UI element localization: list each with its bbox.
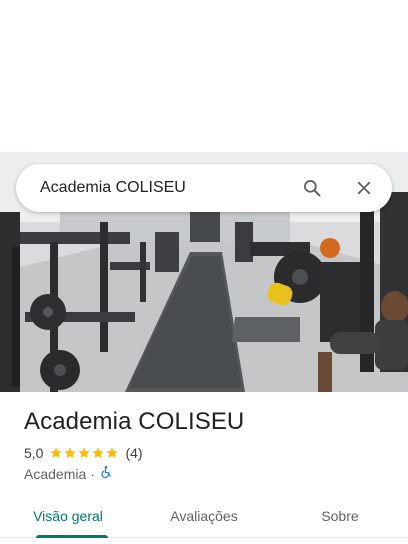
star-icon xyxy=(50,447,63,458)
place-category[interactable]: Academia xyxy=(24,466,86,482)
tab-overview-label: Visão geral xyxy=(33,507,103,524)
star-icon xyxy=(92,447,105,458)
tab-overview[interactable]: Visão geral xyxy=(0,494,136,538)
rating-value: 5,0 xyxy=(24,445,44,461)
tab-reviews-label: Avaliações xyxy=(170,507,238,524)
tab-reviews[interactable]: Avaliações xyxy=(136,494,272,537)
place-tabs: Visão geral Avaliações Sobre xyxy=(0,494,408,538)
close-icon[interactable] xyxy=(352,176,376,200)
place-title: Academia COLISEU xyxy=(24,408,245,435)
search-icon[interactable] xyxy=(300,176,324,200)
rating-stars xyxy=(49,446,119,460)
wheelchair-icon xyxy=(99,465,113,482)
star-icon xyxy=(64,447,77,458)
tab-about-label: Sobre xyxy=(321,507,359,524)
tab-about[interactable]: Sobre xyxy=(272,494,408,537)
separator-dot: · xyxy=(90,465,95,482)
review-count[interactable]: (4) xyxy=(125,445,142,461)
star-icon xyxy=(78,447,91,458)
star-icon xyxy=(106,447,119,458)
search-bar[interactable]: Academia COLISEU xyxy=(16,164,392,212)
place-page: Academia COLISEU Academia COLISEU 5,0 (4… xyxy=(0,0,408,544)
search-input[interactable]: Academia COLISEU xyxy=(40,179,300,197)
place-meta: Academia · xyxy=(24,465,113,482)
rating-row[interactable]: 5,0 (4) xyxy=(24,445,143,461)
